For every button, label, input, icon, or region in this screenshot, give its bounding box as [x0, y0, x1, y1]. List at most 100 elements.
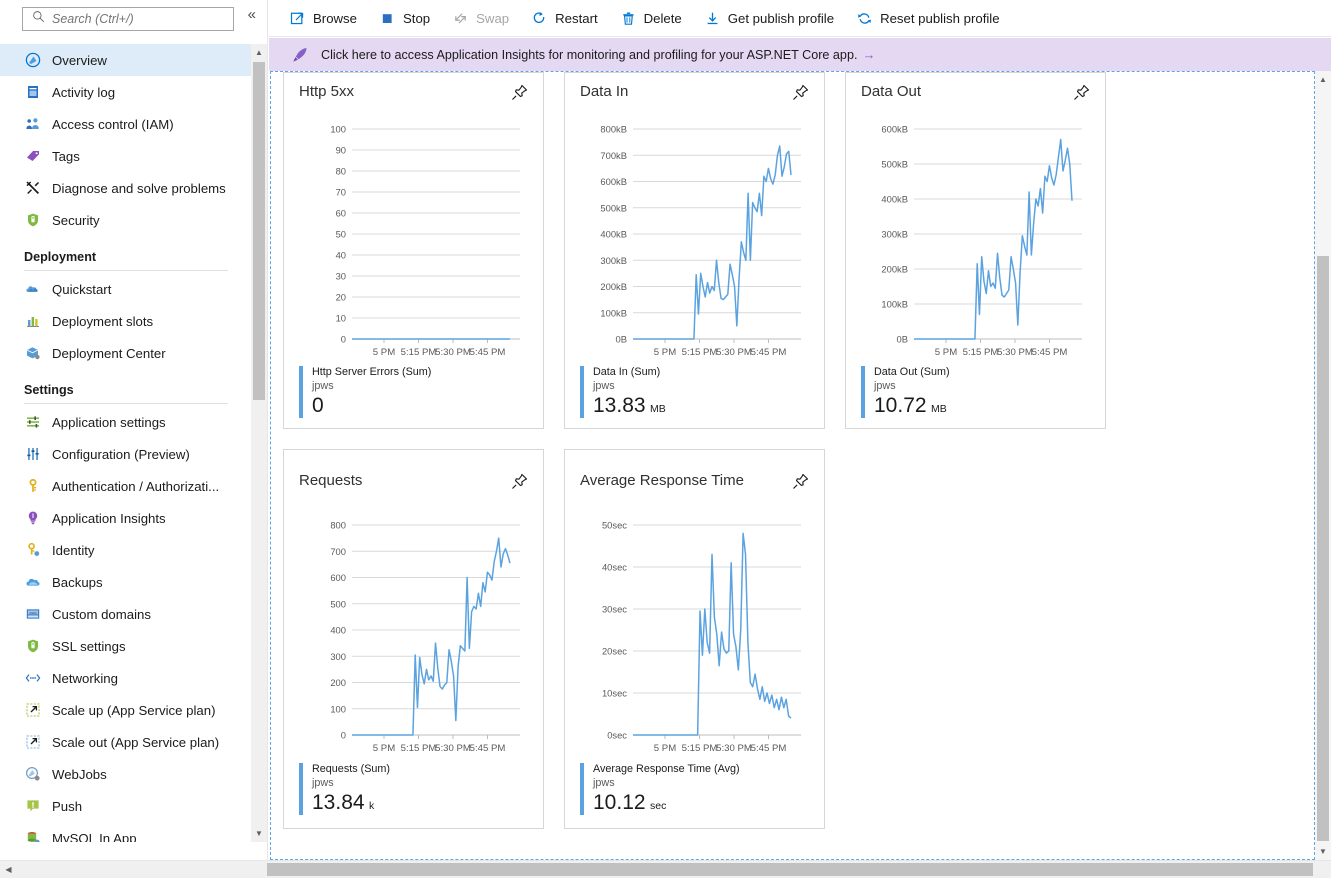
swap-button[interactable]: Swap [452, 4, 509, 32]
svg-text:500kB: 500kB [881, 159, 908, 170]
metric-card-data-out[interactable]: Data Out 600kB 500kB 400kB 300kB 200kB 100kB 0… [845, 72, 1106, 429]
svg-text:50: 50 [336, 229, 346, 240]
sidebar-item-deployment-slots[interactable]: Deployment slots [0, 305, 252, 337]
legend-value-row: 13.83 MB [593, 393, 666, 418]
sidebar-item-label: Backups [52, 574, 103, 590]
legend-value-row: 10.72 MB [874, 393, 950, 418]
cloud-icon [24, 280, 42, 298]
sidebar-item-security[interactable]: Security [0, 204, 252, 236]
metric-card-data-in[interactable]: Data In 800kB 700kB 600kB 500kB 400kB 300kB 20… [564, 72, 825, 429]
sidebar-item-tags[interactable]: Tags [0, 140, 252, 172]
scroll-up-arrow-icon[interactable]: ▲ [251, 44, 267, 61]
scale-out-icon [24, 733, 42, 751]
svg-text:5:30 PM: 5:30 PM [435, 743, 471, 754]
sidebar-item-application-insights[interactable]: Application Insights [0, 502, 252, 534]
pin-icon[interactable] [510, 83, 529, 107]
sidebar-item-backups[interactable]: Backups [0, 566, 252, 598]
browse-button[interactable]: Browse [289, 4, 357, 32]
metric-card-average-response-time[interactable]: Average Response Time 50sec 40sec 30sec 20s… [564, 449, 825, 829]
restart-button[interactable]: Restart [531, 4, 598, 32]
sidebar-item-identity[interactable]: Identity [0, 534, 252, 566]
sidebar-item-networking[interactable]: Networking [0, 662, 252, 694]
legend-metric-name: Average Response Time (Avg) [593, 763, 740, 775]
sidebar-item-scale-up[interactable]: Scale up (App Service plan) [0, 694, 252, 726]
sidebar-item-mysql-in-app[interactable]: MySQL In App [0, 822, 252, 842]
svg-text:600kB: 600kB [881, 124, 908, 135]
sidebar-item-configuration[interactable]: Configuration (Preview) [0, 438, 252, 470]
swap-label: Swap [476, 10, 510, 26]
sidebar-search-row: « [0, 0, 267, 36]
sidebar-group-divider [24, 403, 228, 404]
pin-icon[interactable] [1072, 83, 1091, 107]
scroll-down-arrow-icon[interactable]: ▼ [251, 825, 267, 842]
sidebar-group-deployment: Deployment [24, 250, 97, 264]
sidebar-item-webjobs[interactable]: WebJobs [0, 758, 252, 790]
pin-icon[interactable] [791, 472, 810, 496]
download-icon [704, 10, 721, 27]
azure-portal-app-service-overview: « Overview [0, 0, 1331, 878]
application-insights-banner[interactable]: Click here to access Application Insight… [269, 38, 1331, 71]
delete-button[interactable]: Delete [620, 4, 682, 32]
sidebar-item-authentication[interactable]: Authentication / Authorizati... [0, 470, 252, 502]
lightbulb-icon [24, 509, 42, 527]
horizontal-scrollbar[interactable]: ◀ [0, 860, 1331, 878]
scroll-down-arrow-icon[interactable]: ▼ [1315, 843, 1331, 860]
scroll-left-arrow-icon[interactable]: ◀ [0, 861, 17, 878]
svg-text:5:30 PM: 5:30 PM [997, 347, 1033, 358]
sidebar-scrollbar[interactable]: ▲ ▼ [251, 44, 267, 842]
tag-icon [24, 147, 42, 165]
activity-log-icon [24, 83, 42, 101]
swap-arrows-icon [452, 10, 469, 27]
sidebar-group-settings: Settings [24, 383, 74, 397]
svg-text:30sec: 30sec [602, 604, 627, 615]
search-input[interactable] [52, 8, 233, 30]
sidebar-item-activity-log[interactable]: Activity log [0, 76, 252, 108]
sidebar-item-push[interactable]: Push [0, 790, 252, 822]
horizontal-scrollbar-thumb[interactable] [267, 863, 1313, 876]
sidebar-item-diagnose[interactable]: Diagnose and solve problems [0, 172, 252, 204]
content-scrollbar-thumb[interactable] [1317, 256, 1329, 841]
reset-publish-profile-button[interactable]: Reset publish profile [856, 4, 1000, 32]
sidebar-group-divider [24, 270, 228, 271]
rocket-icon [291, 46, 309, 64]
command-toolbar: Browse Stop Swap Restart Delete Get publ… [269, 0, 1331, 37]
sidebar-item-application-settings[interactable]: Application settings [0, 406, 252, 438]
sidebar-item-label: Custom domains [52, 606, 151, 622]
pin-icon[interactable] [791, 83, 810, 107]
svg-text:200kB: 200kB [600, 281, 627, 292]
stop-button[interactable]: Stop [379, 4, 430, 32]
svg-text:100kB: 100kB [600, 307, 627, 318]
sidebar-item-scale-out[interactable]: Scale out (App Service plan) [0, 726, 252, 758]
content-scrollbar[interactable]: ▲ ▼ [1315, 71, 1331, 860]
search-box[interactable] [22, 7, 234, 31]
svg-text:500kB: 500kB [600, 202, 627, 213]
metric-card-requests[interactable]: Requests 800 700 600 500 400 300 200 100 0 5 PM 5:… [283, 449, 544, 829]
svg-text:5:15 PM: 5:15 PM [682, 347, 718, 358]
metric-card-http-5xx[interactable]: Http 5xx 100 90 80 70 60 50 40 30 20 10 0 5 PM 5:15 … [283, 72, 544, 429]
legend-value: 10.72 [874, 394, 927, 417]
legend-color-bar [299, 366, 303, 418]
sidebar-scrollbar-thumb[interactable] [253, 62, 265, 400]
sidebar-item-deployment-center[interactable]: Deployment Center [0, 337, 252, 369]
svg-text:100: 100 [330, 703, 346, 714]
get-publish-profile-button[interactable]: Get publish profile [704, 4, 834, 32]
sidebar-item-label: WebJobs [52, 766, 107, 782]
sidebar-item-label: Networking [52, 670, 118, 686]
sidebar-item-ssl-settings[interactable]: SSL settings [0, 630, 252, 662]
collapse-sidebar-button[interactable]: « [248, 6, 256, 24]
sidebar-item-overview[interactable]: Overview [0, 44, 252, 76]
legend-value-row: 13.84 k [312, 790, 390, 815]
identity-key-icon [24, 541, 42, 559]
svg-text:5:45 PM: 5:45 PM [470, 347, 506, 358]
sidebar-item-label: Access control (IAM) [52, 116, 174, 132]
svg-text:0: 0 [341, 334, 346, 345]
scroll-up-arrow-icon[interactable]: ▲ [1315, 71, 1331, 88]
svg-text:200: 200 [330, 677, 346, 688]
search-icon [32, 10, 45, 28]
sidebar-item-label: Deployment slots [52, 313, 154, 329]
sidebar-item-custom-domains[interactable]: www Custom domains [0, 598, 252, 630]
sidebar-item-access-control[interactable]: Access control (IAM) [0, 108, 252, 140]
sidebar-item-quickstart[interactable]: Quickstart [0, 273, 252, 305]
pin-icon[interactable] [510, 472, 529, 496]
svg-text:700kB: 700kB [600, 150, 627, 161]
